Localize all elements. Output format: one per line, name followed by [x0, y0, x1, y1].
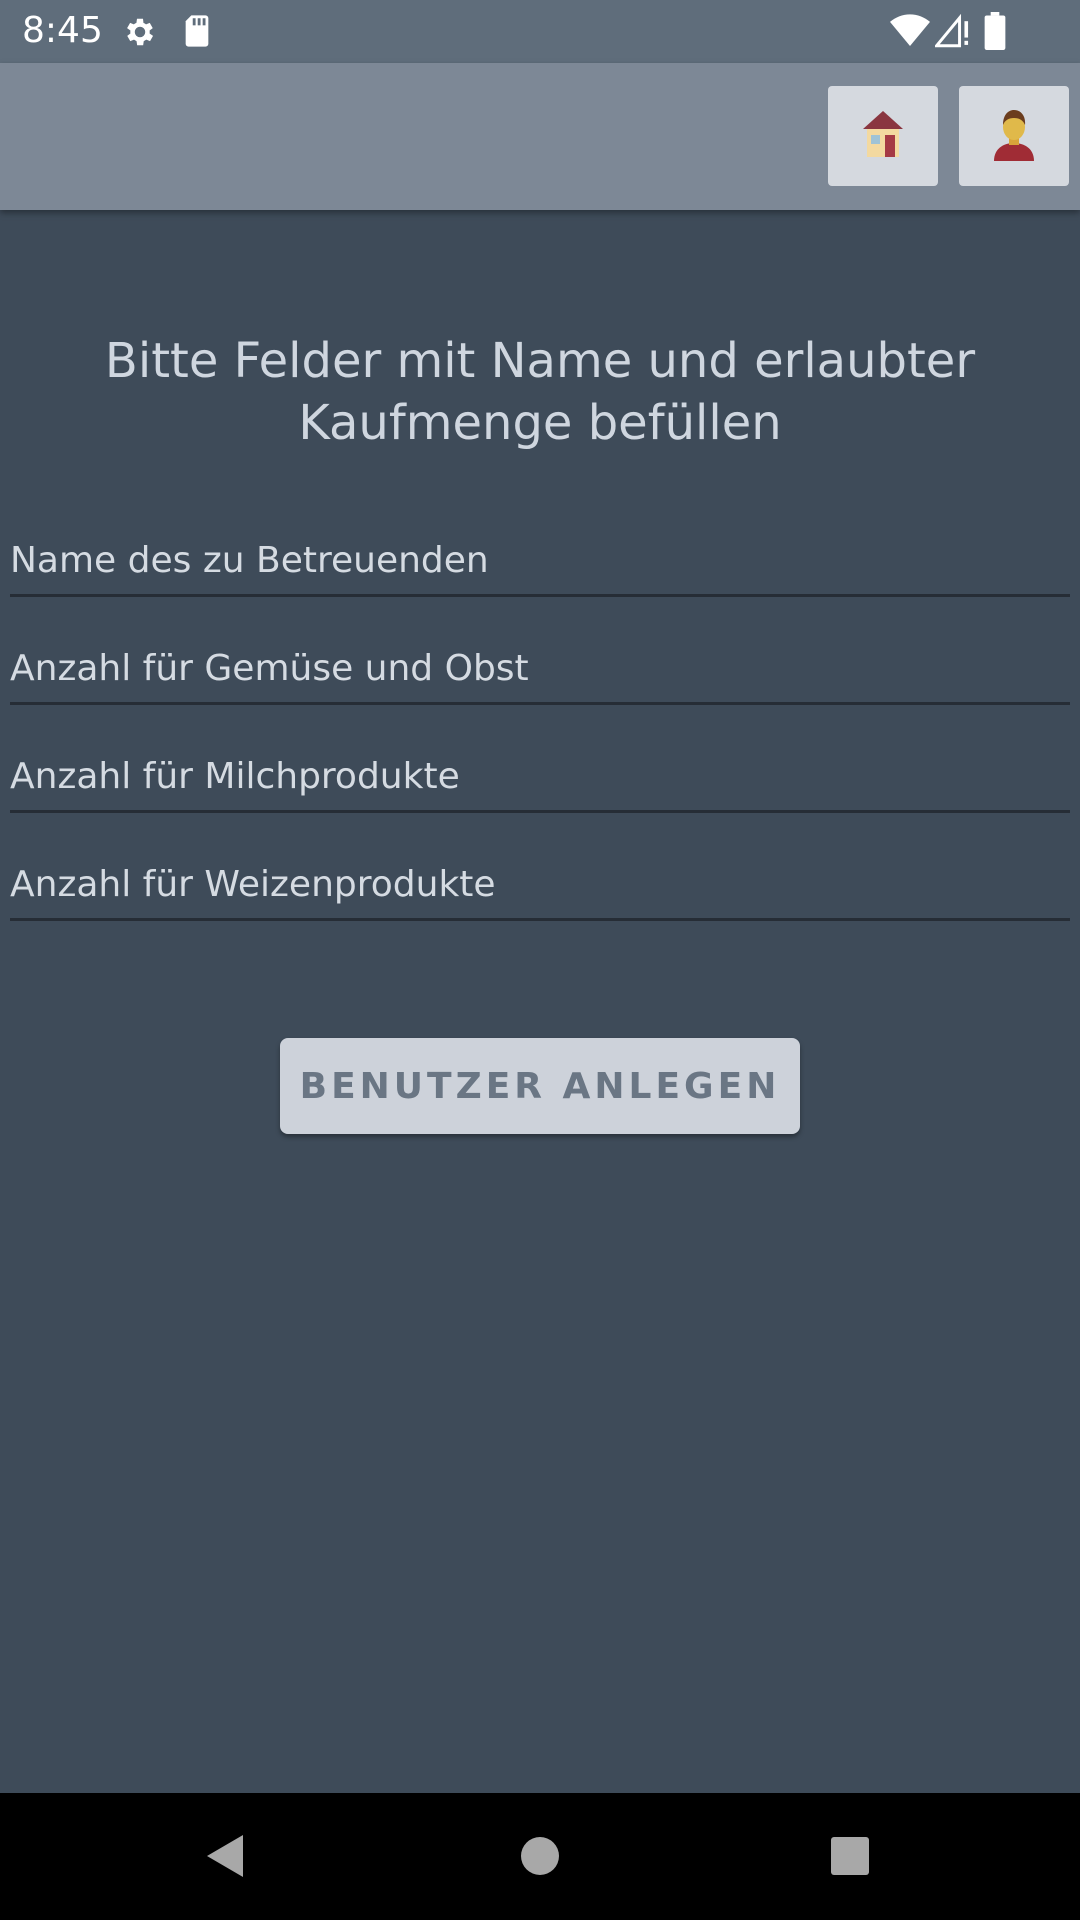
recents-button[interactable]: [805, 1813, 895, 1903]
name-field[interactable]: Name des zu Betreuenden: [10, 535, 1070, 597]
sd-card-icon: [182, 14, 212, 52]
back-button[interactable]: [180, 1813, 270, 1903]
wheat-count-field[interactable]: Anzahl für Weizenprodukte: [10, 859, 1070, 921]
cell-signal-icon: [933, 13, 971, 52]
dairy-count-placeholder: Anzahl für Milchprodukte: [10, 756, 460, 797]
dairy-count-field[interactable]: Anzahl für Milchprodukte: [10, 751, 1070, 813]
user-avatar-icon: [990, 107, 1038, 165]
status-time: 8:45: [22, 10, 103, 51]
app-bar: [0, 63, 1080, 210]
wifi-icon: [890, 14, 930, 52]
vegetables-fruit-count-placeholder: Anzahl für Gemüse und Obst: [10, 648, 529, 689]
home-nav-button[interactable]: [495, 1813, 585, 1903]
name-field-placeholder: Name des zu Betreuenden: [10, 540, 489, 581]
battery-icon: [984, 12, 1006, 54]
form-title: Bitte Felder mit Name und erlaubter Kauf…: [104, 333, 976, 451]
create-user-button[interactable]: BENUTZER ANLEGEN: [280, 1038, 800, 1134]
system-nav-bar: [0, 1793, 1080, 1920]
status-bar: 8:45: [0, 0, 1080, 63]
home-circle-icon: [520, 1836, 560, 1880]
back-icon: [203, 1833, 247, 1883]
home-icon: [861, 109, 905, 163]
vegetables-fruit-count-field[interactable]: Anzahl für Gemüse und Obst: [10, 643, 1070, 705]
settings-icon: [122, 14, 158, 54]
recents-icon: [830, 1836, 870, 1880]
wheat-count-placeholder: Anzahl für Weizenprodukte: [10, 864, 496, 905]
profile-button[interactable]: [959, 86, 1069, 186]
home-button[interactable]: [828, 86, 938, 186]
